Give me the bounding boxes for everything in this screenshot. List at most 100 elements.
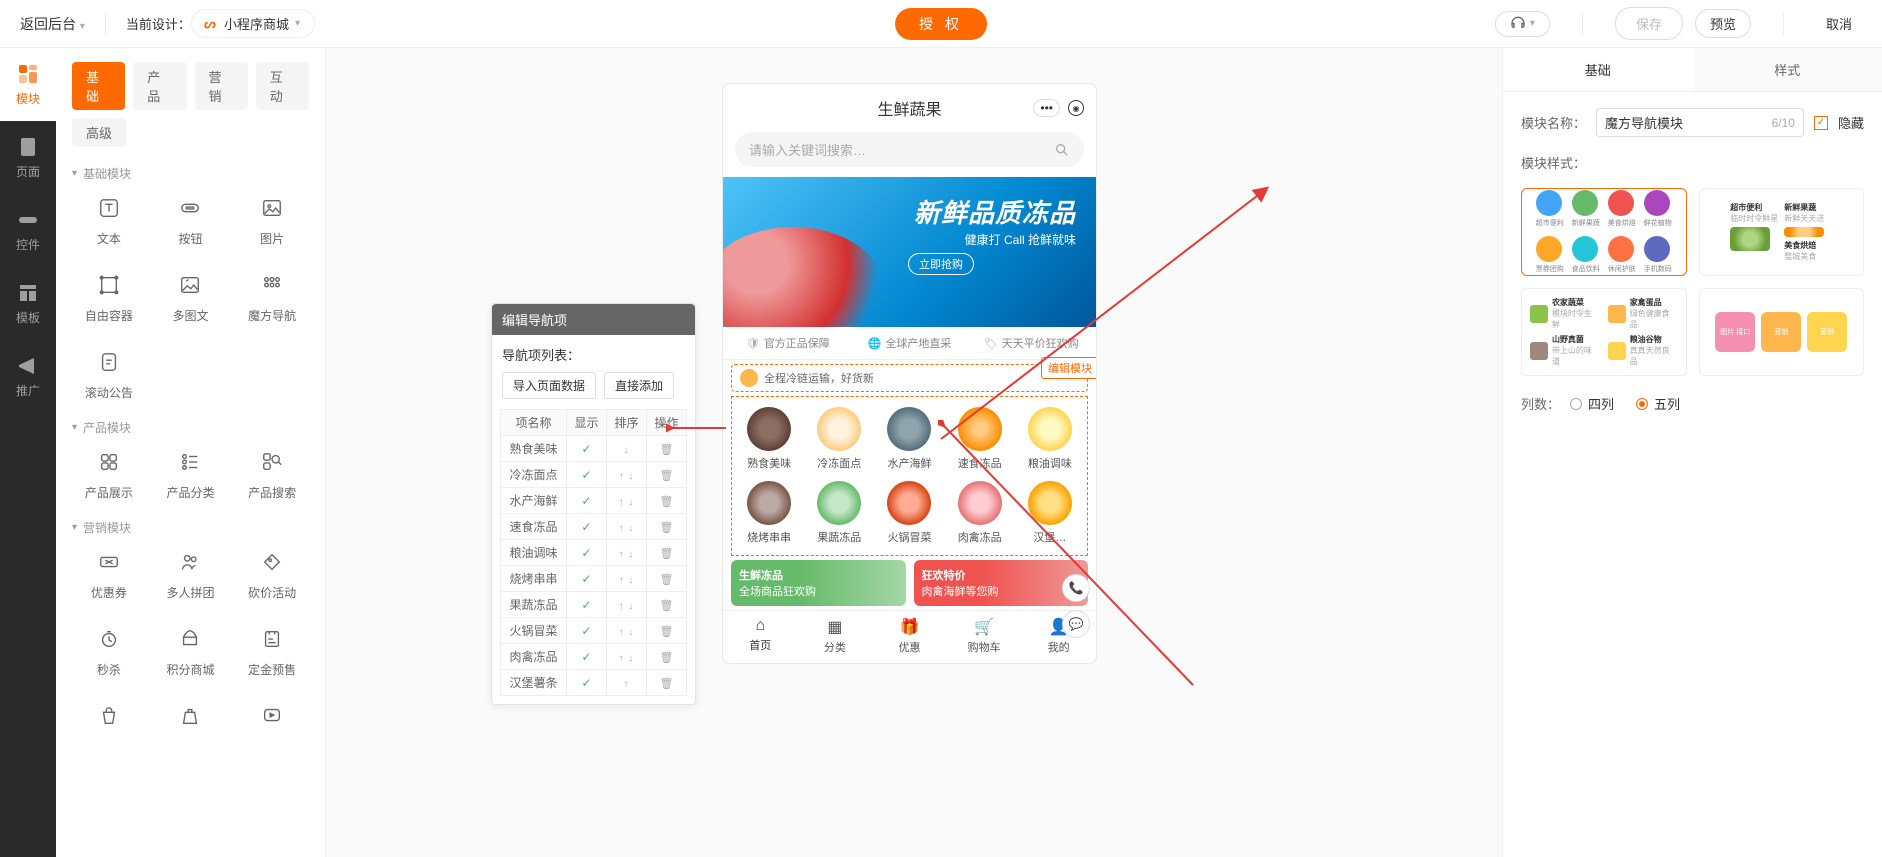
mod-button[interactable]: 按钮 xyxy=(154,194,228,247)
row-name[interactable]: 果蔬冻品 xyxy=(501,592,567,618)
banner-cta-button[interactable]: 立即抢购 xyxy=(908,253,974,275)
nav-cell[interactable]: 肉禽冻品 xyxy=(947,481,1013,545)
row-name[interactable]: 冷冻面点 xyxy=(501,462,567,488)
module-name-input[interactable]: 魔方导航模块 6/10 xyxy=(1596,108,1804,137)
tab-category[interactable]: ▦分类 xyxy=(798,617,873,655)
delete-icon[interactable]: 🗑 xyxy=(659,678,673,690)
row-name[interactable]: 烧烤串串 xyxy=(501,566,567,592)
filter-advanced[interactable]: 高级 xyxy=(72,118,126,147)
row-name[interactable]: 速食冻品 xyxy=(501,514,567,540)
check-icon[interactable]: ✓ xyxy=(581,442,591,456)
cancel-button[interactable]: 取消 xyxy=(1816,8,1862,39)
row-name[interactable]: 火锅冒菜 xyxy=(501,618,567,644)
check-icon[interactable]: ✓ xyxy=(581,598,591,612)
check-icon[interactable]: ✓ xyxy=(581,468,591,482)
style-option-2[interactable]: 超市便利临时时令鲜星 新鲜果蔬新鲜天天送美食烘焙整城美食 xyxy=(1699,188,1865,276)
add-directly-button[interactable]: 直接添加 xyxy=(604,372,674,399)
style-option-3[interactable]: 农家蔬菜模块时令生鲜家禽蛋品绿色健康食品山野真菌带上山的味道粮油谷物真真天然良品 xyxy=(1521,288,1687,376)
import-page-data-button[interactable]: 导入页面数据 xyxy=(502,372,596,399)
check-icon[interactable]: ✓ xyxy=(581,572,591,586)
delete-icon[interactable]: 🗑 xyxy=(659,548,673,560)
check-icon[interactable]: ✓ xyxy=(581,494,591,508)
mod-extra-2[interactable] xyxy=(154,702,228,738)
nav-cell[interactable]: 果蔬冻品 xyxy=(806,481,872,545)
row-name[interactable]: 汉堡薯条 xyxy=(501,670,567,696)
nav-cell[interactable]: 冷冻面点 xyxy=(806,407,872,471)
sort-buttons[interactable]: ↑ ↓ xyxy=(619,601,635,612)
ticker-module[interactable]: 全程冷链运输，好货新 编辑模块 ∧ ∨ 🗑 xyxy=(731,364,1088,392)
mod-cube-nav[interactable]: 魔方导航 xyxy=(235,271,309,324)
sort-buttons[interactable]: ↑ xyxy=(623,679,629,690)
preview-button[interactable]: 预览 xyxy=(1695,9,1751,38)
delete-icon[interactable]: 🗑 xyxy=(659,574,673,586)
style-option-1[interactable]: 超市便利新鲜果蔬美食烘焙鲜花植物票券团购食品饮料休闲护肤手机数码 xyxy=(1521,188,1687,276)
current-design-dropdown[interactable]: ᔕ 小程序商城 ▾ xyxy=(191,9,315,38)
check-icon[interactable]: ✓ xyxy=(581,676,591,690)
more-icon[interactable]: ••• xyxy=(1033,99,1060,117)
mod-text[interactable]: 文本 xyxy=(72,194,146,247)
banner[interactable]: 新鲜品质冻品 健康打 Call 抢鲜就味 立即抢购 xyxy=(723,177,1096,327)
row-name[interactable]: 水产海鲜 xyxy=(501,488,567,514)
rail-templates[interactable]: 模板 xyxy=(0,267,56,340)
mod-container[interactable]: 自由容器 xyxy=(72,271,146,324)
nav-cell[interactable]: 汉堡… xyxy=(1017,481,1083,545)
row-name[interactable]: 粮油调味 xyxy=(501,540,567,566)
back-link[interactable]: 返回后台 ▾ xyxy=(20,14,85,34)
mod-marquee[interactable]: 滚动公告 xyxy=(72,348,146,401)
nav-cell[interactable]: 速食冻品 xyxy=(947,407,1013,471)
check-icon[interactable]: ✓ xyxy=(581,520,591,534)
style-option-4[interactable]: 图片 接口 营销 营销 xyxy=(1699,288,1865,376)
sort-buttons[interactable]: ↓ xyxy=(623,445,629,456)
float-phone-button[interactable]: 📞 xyxy=(1062,574,1090,602)
rail-pages[interactable]: 页面 xyxy=(0,121,56,194)
delete-icon[interactable]: 🗑 xyxy=(659,444,673,456)
radio-4cols[interactable]: 四列 xyxy=(1570,394,1614,413)
rail-modules[interactable]: 模块 xyxy=(0,48,56,121)
props-tab-basic[interactable]: 基础 xyxy=(1503,48,1693,91)
nav-cell[interactable]: 水产海鲜 xyxy=(876,407,942,471)
row-name[interactable]: 熟食美味 xyxy=(501,436,567,462)
radio-5cols[interactable]: 五列 xyxy=(1636,394,1680,413)
search-bar[interactable]: 请输入关键词搜索… xyxy=(735,132,1084,167)
filter-product[interactable]: 产品 xyxy=(133,62,186,110)
sort-buttons[interactable]: ↑ ↓ xyxy=(619,471,635,482)
nav-cell[interactable]: 熟食美味 xyxy=(736,407,802,471)
mod-product-category[interactable]: 产品分类 xyxy=(154,448,228,501)
nav-cell[interactable]: 火锅冒菜 xyxy=(876,481,942,545)
filter-interactive[interactable]: 互动 xyxy=(256,62,309,110)
mod-multigraphic[interactable]: 多图文 xyxy=(154,271,228,324)
mod-bargain[interactable]: 砍价活动 xyxy=(235,548,309,601)
cube-nav-module[interactable]: 熟食美味冷冻面点水产海鲜速食冻品粮油调味烧烤串串果蔬冻品火锅冒菜肉禽冻品汉堡… xyxy=(731,396,1088,556)
tab-cart[interactable]: 🛒购物车 xyxy=(947,617,1022,655)
sort-buttons[interactable]: ↑ ↓ xyxy=(619,523,635,534)
mod-extra-3[interactable] xyxy=(235,702,309,738)
promo-fresh[interactable]: 生鲜冻品全场商品狂欢购 xyxy=(731,560,906,606)
check-icon[interactable]: ✓ xyxy=(581,650,591,664)
sort-buttons[interactable]: ↑ ↓ xyxy=(619,627,635,638)
tab-discount[interactable]: 🎁优惠 xyxy=(872,617,947,655)
tab-home[interactable]: ⌂首页 xyxy=(723,617,798,655)
props-tab-style[interactable]: 样式 xyxy=(1693,48,1882,91)
rail-widgets[interactable]: 控件 xyxy=(0,194,56,267)
check-icon[interactable]: ✓ xyxy=(581,546,591,560)
mod-seckill[interactable]: 秒杀 xyxy=(72,625,146,678)
sort-buttons[interactable]: ↑ ↓ xyxy=(619,549,635,560)
row-name[interactable]: 肉禽冻品 xyxy=(501,644,567,670)
sort-buttons[interactable]: ↑ ↓ xyxy=(619,653,635,664)
save-button[interactable]: 保存 xyxy=(1615,7,1683,40)
delete-icon[interactable]: 🗑 xyxy=(659,522,673,534)
filter-basic[interactable]: 基础 xyxy=(72,62,125,110)
mod-points-mall[interactable]: 积分商城 xyxy=(154,625,228,678)
mod-group-buy[interactable]: 多人拼团 xyxy=(154,548,228,601)
mod-product-display[interactable]: 产品展示 xyxy=(72,448,146,501)
nav-cell[interactable]: 烧烤串串 xyxy=(736,481,802,545)
mod-image[interactable]: 图片 xyxy=(235,194,309,247)
delete-icon[interactable]: 🗑 xyxy=(659,600,673,612)
delete-icon[interactable]: 🗑 xyxy=(659,496,673,508)
mod-coupon[interactable]: 优惠券 xyxy=(72,548,146,601)
rail-promote[interactable]: 推广 xyxy=(0,340,56,413)
mod-product-search[interactable]: 产品搜索 xyxy=(235,448,309,501)
delete-icon[interactable]: 🗑 xyxy=(659,470,673,482)
authorize-button[interactable]: 授 权 xyxy=(895,8,987,40)
hide-checkbox[interactable]: ✓ xyxy=(1814,116,1828,130)
